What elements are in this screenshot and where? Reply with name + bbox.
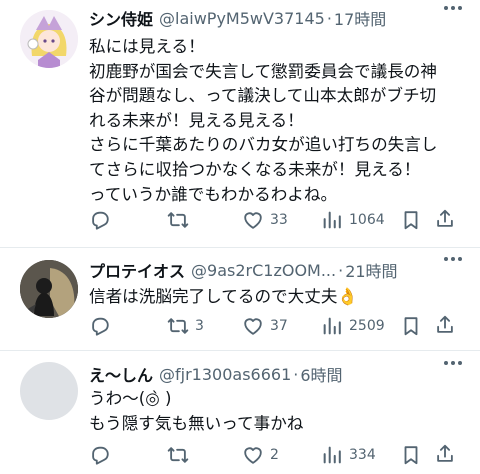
timestamp[interactable]: 17時間: [334, 6, 386, 30]
tweet-line: れる未来が！見える見える！: [89, 110, 304, 130]
retweet-button[interactable]: [167, 443, 195, 467]
avatar[interactable]: [20, 10, 78, 68]
retweet-count: 3: [195, 318, 204, 334]
like-count: 33: [270, 212, 288, 228]
bookmark-button[interactable]: [400, 208, 422, 232]
share-icon: [437, 315, 453, 333]
separator-dot: ·: [338, 260, 344, 280]
share-button[interactable]: [434, 314, 456, 338]
views-button[interactable]: 1064: [321, 208, 385, 232]
bookmark-button[interactable]: [400, 314, 422, 338]
more-options-icon[interactable]: [444, 257, 462, 261]
avatar[interactable]: [20, 260, 78, 318]
retweet-button[interactable]: 3: [167, 314, 204, 338]
view-count: 2509: [349, 318, 385, 334]
action-bar: 33 1064: [89, 208, 429, 232]
reply-button[interactable]: [89, 443, 117, 467]
reply-icon: [92, 211, 109, 230]
tweet-2[interactable]: プロテイオス @9as2rC1zOOM... · 21時間 信者は洗脳完了してる…: [0, 248, 480, 351]
views-button[interactable]: 2509: [321, 314, 385, 338]
tweet-3[interactable]: え～しん @fjr1300as6661 · 6時間 うわ～(◎̀ ) もう隠す気…: [0, 351, 480, 474]
heart-icon: [244, 212, 262, 229]
bookmark-icon: [404, 211, 418, 230]
tweet-1[interactable]: シン侍姫 @laiwPyM5wV37145 · 17時間 私には見える！ 初鹿野…: [0, 0, 480, 248]
tweet-text: 信者は洗脳完了してるので大丈夫👌: [89, 285, 466, 310]
tweet-header: プロテイオス @9as2rC1zOOM... · 21時間: [89, 257, 460, 283]
share-button[interactable]: [434, 208, 456, 232]
user-handle[interactable]: @laiwPyM5wV37145: [159, 9, 325, 28]
display-name[interactable]: え～しん: [89, 362, 153, 386]
reply-button[interactable]: [89, 208, 117, 232]
bookmark-button[interactable]: [400, 443, 422, 467]
retweet-icon: [167, 212, 189, 228]
views-icon: [323, 446, 341, 464]
user-handle[interactable]: @fjr1300as6661: [159, 365, 291, 384]
tweet-line: もう隠す気も無いって事かね: [89, 413, 304, 433]
retweet-icon: [167, 318, 189, 334]
retweet-icon: [167, 447, 189, 463]
tweet-text: 私には見える！ 初鹿野が国会で失言して懲罰委員会で議長の神 谷が問題なし、って議…: [89, 35, 466, 207]
reply-icon: [92, 446, 109, 465]
more-options-icon[interactable]: [444, 361, 462, 365]
share-icon: [437, 444, 453, 462]
tweet-line: うわ～(◎̀ ): [89, 389, 172, 408]
tweet-line: さらに千葉あたりのバカ女が追い打ちの失言し: [89, 135, 438, 155]
tweet-line: てさらに収拾つかなくなる未来が！見える！: [89, 159, 421, 179]
separator-dot: ·: [293, 364, 299, 384]
display-name[interactable]: プロテイオス: [89, 258, 185, 282]
tweet-text: うわ～(◎̀ ) もう隠す気も無いって事かね: [89, 387, 466, 436]
retweet-button[interactable]: [167, 208, 195, 232]
display-name[interactable]: シン侍姫: [89, 6, 153, 30]
view-count: 334: [349, 447, 376, 463]
like-button[interactable]: 2: [242, 443, 279, 467]
views-button[interactable]: 334: [321, 443, 376, 467]
view-count: 1064: [349, 212, 385, 228]
reply-button[interactable]: [89, 314, 117, 338]
avatar[interactable]: [20, 362, 78, 420]
action-bar: 2 334: [89, 443, 429, 467]
tweet-header: え～しん @fjr1300as6661 · 6時間: [89, 361, 460, 387]
views-icon: [323, 211, 341, 229]
share-button[interactable]: [434, 443, 456, 467]
separator-dot: ·: [326, 8, 332, 28]
reply-icon: [92, 317, 109, 336]
like-button[interactable]: 33: [242, 208, 288, 232]
action-bar: 3 37 2509: [89, 314, 429, 338]
tweet-line: 私には見える！: [89, 37, 205, 56]
like-button[interactable]: 37: [242, 314, 288, 338]
bookmark-icon: [404, 317, 418, 336]
views-icon: [323, 317, 341, 335]
bookmark-icon: [404, 446, 418, 465]
tweet-line: 信者は洗脳完了してるので大丈夫👌: [89, 287, 359, 306]
tweet-line: 谷が問題なし、って議決して山本太郎がブチ切: [89, 86, 437, 106]
heart-icon: [244, 447, 262, 464]
timestamp[interactable]: 6時間: [300, 362, 342, 386]
share-icon: [437, 209, 453, 227]
tweet-header: シン侍姫 @laiwPyM5wV37145 · 17時間: [89, 5, 460, 31]
timestamp[interactable]: 21時間: [345, 258, 397, 282]
like-count: 37: [270, 318, 288, 334]
more-options-icon[interactable]: [444, 6, 462, 10]
tweet-line: っていうか誰でもわかるわよね。: [89, 184, 338, 204]
tweet-line: 初鹿野が国会で失言して懲罰委員会で議長の神: [89, 61, 437, 81]
like-count: 2: [270, 447, 279, 463]
user-handle[interactable]: @9as2rC1zOOM...: [191, 261, 336, 280]
heart-icon: [244, 318, 262, 335]
